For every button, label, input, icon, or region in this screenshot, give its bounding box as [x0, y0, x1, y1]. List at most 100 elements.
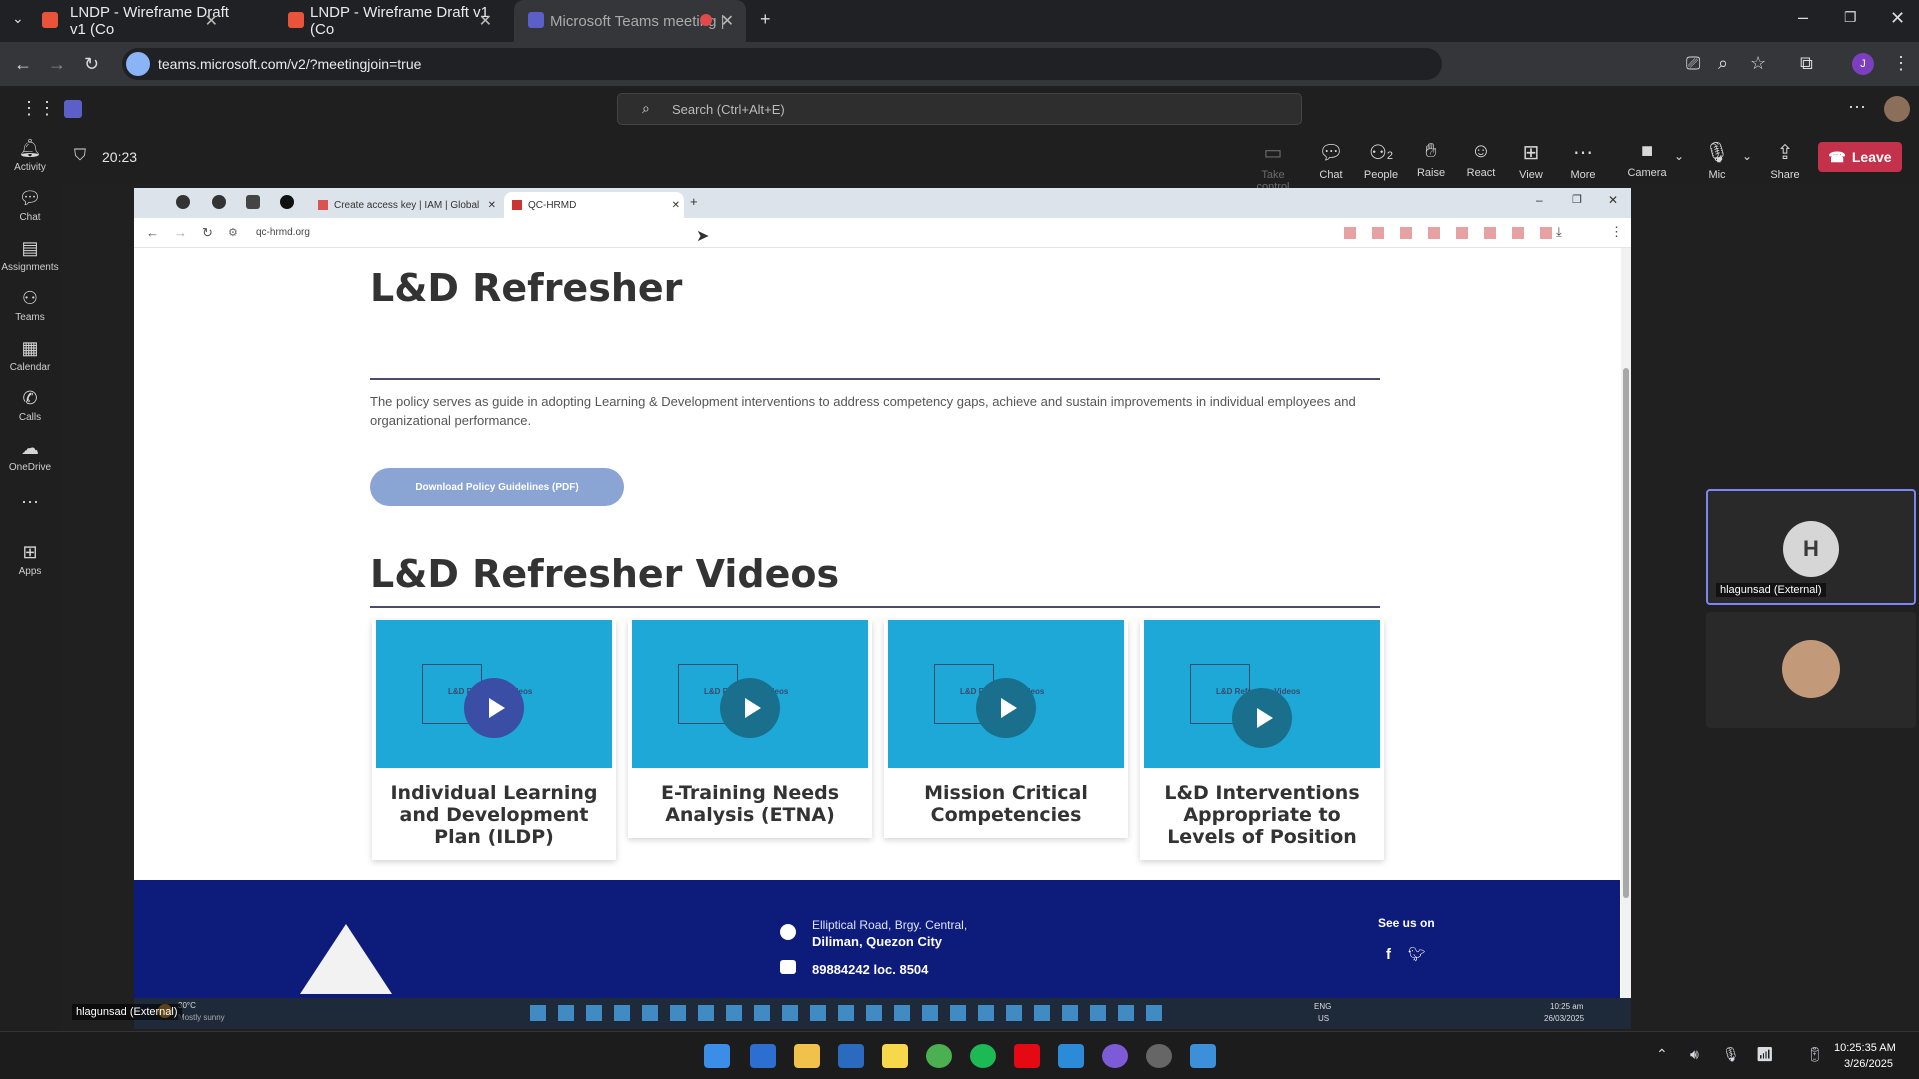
vscode-icon[interactable] — [1058, 1044, 1084, 1068]
back-icon[interactable]: ← — [14, 55, 32, 73]
browser-tab-3[interactable]: Microsoft Teams meeting | ✕ — [514, 0, 746, 42]
play-icon[interactable] — [976, 678, 1036, 738]
notes-icon[interactable] — [838, 1044, 864, 1068]
tab-search-icon[interactable]: ⌄ — [12, 11, 24, 25]
play-icon[interactable] — [464, 678, 524, 738]
mic-indicator-icon — [126, 52, 150, 76]
chat-button[interactable]: 💬︎ Chat — [1304, 140, 1358, 181]
rail-calendar[interactable]: ▦ Calendar — [0, 338, 60, 373]
forward-icon[interactable]: → — [48, 55, 66, 73]
close-icon[interactable]: ✕ — [672, 200, 680, 211]
share-button[interactable]: ⇪ Share — [1758, 140, 1812, 181]
rail-onedrive[interactable]: ☁ OneDrive — [0, 438, 60, 473]
scroll-thumb[interactable] — [1623, 368, 1629, 898]
netflix-icon[interactable] — [1014, 1044, 1040, 1068]
start-icon[interactable] — [704, 1044, 730, 1068]
rail-more[interactable]: ⋯ — [0, 492, 60, 516]
rail-calls[interactable]: ✆ Calls — [0, 388, 60, 423]
video-thumbnail[interactable]: L&D Refresher Videos — [632, 620, 868, 768]
facebook-icon[interactable]: f — [1386, 946, 1391, 963]
people-button[interactable]: ⚇2 People — [1354, 140, 1408, 181]
install-icon[interactable]: ⎚ — [1686, 54, 1700, 72]
app-icon[interactable] — [1190, 1044, 1216, 1068]
mic-options-icon[interactable]: ⌄ — [1742, 150, 1752, 162]
chrome-icon[interactable] — [926, 1044, 952, 1068]
close-icon[interactable]: ✕ — [205, 11, 218, 31]
rail-assignments[interactable]: ▤ Assignments — [0, 238, 60, 273]
video-card[interactable]: L&D Refresher Videos E-Training Needs An… — [628, 620, 872, 838]
video-thumbnail[interactable]: L&D Refresher Videos — [888, 620, 1124, 768]
new-tab-icon[interactable]: + — [690, 194, 698, 209]
video-thumbnail[interactable]: L&D Refresher Videos — [376, 620, 612, 768]
zoom-icon[interactable]: ⌕ — [1718, 54, 1728, 72]
user-avatar[interactable] — [1884, 96, 1910, 122]
app-icon[interactable] — [750, 1044, 776, 1068]
react-button[interactable]: ☺ React — [1454, 140, 1508, 179]
close-icon[interactable]: ✕ — [721, 11, 734, 31]
page-scrollbar[interactable] — [1621, 248, 1631, 1029]
minimize-icon[interactable]: – — [1536, 193, 1543, 207]
bookmark-star-icon[interactable]: ☆ — [1750, 54, 1766, 72]
restore-icon[interactable]: ❐ — [1572, 193, 1582, 206]
spotify-icon[interactable] — [970, 1044, 996, 1068]
more-button[interactable]: ⋯ More — [1556, 140, 1610, 181]
download-policy-button[interactable]: Download Policy Guidelines (PDF) — [370, 468, 624, 506]
tray-chevron-icon[interactable]: ⌃ — [1656, 1047, 1668, 1061]
participant-tile-self[interactable] — [1706, 612, 1916, 728]
rail-activity[interactable]: 🔔︎ Activity — [0, 138, 60, 173]
take-control-button[interactable]: ▭ Take control — [1246, 140, 1300, 193]
close-window-icon[interactable]: ✕ — [1890, 9, 1905, 27]
rail-apps[interactable]: ⊞ Apps — [0, 542, 60, 577]
close-icon[interactable]: ✕ — [479, 11, 492, 31]
emoji-icon: ☺ — [1470, 140, 1492, 162]
new-tab-icon[interactable]: + — [760, 10, 771, 28]
clock-date[interactable]: 3/26/2025 — [1844, 1058, 1893, 1070]
browser-tab-2[interactable]: LNDP - Wireframe Draft v1 (Co ✕ — [272, 0, 504, 42]
volume-icon[interactable]: 🔊︎ — [1690, 1047, 1699, 1061]
video-card[interactable]: L&D Refresher Videos L&D Interventions A… — [1140, 620, 1384, 860]
address-bar[interactable]: teams.microsoft.com/v2/?meetingjoin=true — [122, 48, 1442, 80]
shared-tab-iam[interactable]: Create access key | IAM | Global ✕ — [310, 192, 500, 218]
minimize-icon[interactable]: – — [1798, 8, 1808, 26]
app-icon[interactable] — [1146, 1044, 1172, 1068]
restore-icon[interactable]: ❐ — [1844, 10, 1857, 24]
rail-teams[interactable]: ⚇ Teams — [0, 288, 60, 323]
leave-button[interactable]: ☎ Leave — [1818, 142, 1902, 172]
file-explorer-icon[interactable] — [794, 1044, 820, 1068]
profile-avatar[interactable]: J — [1852, 53, 1874, 75]
reload-icon[interactable]: ↻ — [202, 225, 213, 241]
video-card[interactable]: L&D Refresher Videos Individual Learning… — [372, 620, 616, 860]
viber-icon[interactable] — [1102, 1044, 1128, 1068]
clock-time[interactable]: 10:25:35 AM — [1834, 1042, 1896, 1054]
close-icon[interactable]: ✕ — [488, 200, 496, 211]
camera-options-icon[interactable]: ⌄ — [1674, 150, 1684, 162]
battery-icon[interactable]: 🔋︎ — [1806, 1047, 1824, 1061]
twitter-icon[interactable]: 🐦︎ — [1408, 946, 1426, 963]
video-card[interactable]: L&D Refresher Videos Mission Critical Co… — [884, 620, 1128, 838]
close-window-icon[interactable]: ✕ — [1608, 193, 1618, 207]
play-icon[interactable] — [720, 678, 780, 738]
download-icon[interactable]: ⤓ — [1556, 224, 1562, 240]
video-thumbnail[interactable]: L&D Refresher Videos — [1144, 620, 1380, 768]
extensions-icon[interactable]: ⧉ — [1800, 54, 1813, 72]
rail-chat[interactable]: 💬︎ Chat — [0, 188, 60, 223]
more-options-icon[interactable]: ⋯ — [1848, 98, 1866, 116]
participant-tile[interactable]: H hlagunsad (External) — [1706, 489, 1916, 605]
mic-button[interactable]: 🎙︎ Mic — [1690, 140, 1744, 181]
app-launcher-icon[interactable]: ⋮⋮ — [20, 99, 56, 117]
menu-icon[interactable]: ⋮ — [1892, 54, 1910, 72]
camera-button[interactable]: ■ Camera — [1620, 140, 1674, 179]
reload-icon[interactable]: ↻ — [84, 55, 99, 73]
raise-hand-button[interactable]: ✋︎ Raise — [1404, 140, 1458, 179]
menu-icon[interactable]: ⋮ — [1610, 224, 1623, 240]
sticky-notes-icon[interactable] — [882, 1044, 908, 1068]
wifi-icon[interactable]: 📶︎ — [1756, 1047, 1774, 1061]
teams-search-input[interactable]: ⌕ Search (Ctrl+Alt+E) — [617, 93, 1302, 125]
shared-tab-qchrmd[interactable]: QC-HRMD ✕ — [504, 192, 684, 218]
view-button[interactable]: ⊞ View — [1504, 140, 1558, 181]
mic-icon[interactable]: 🎙︎ — [1722, 1047, 1740, 1061]
forward-icon[interactable]: → — [174, 225, 187, 240]
play-icon[interactable] — [1232, 688, 1292, 748]
browser-tab-1[interactable]: LNDP - Wireframe Draft v1 (Co ✕ — [34, 0, 230, 42]
back-icon[interactable]: ← — [146, 225, 159, 240]
